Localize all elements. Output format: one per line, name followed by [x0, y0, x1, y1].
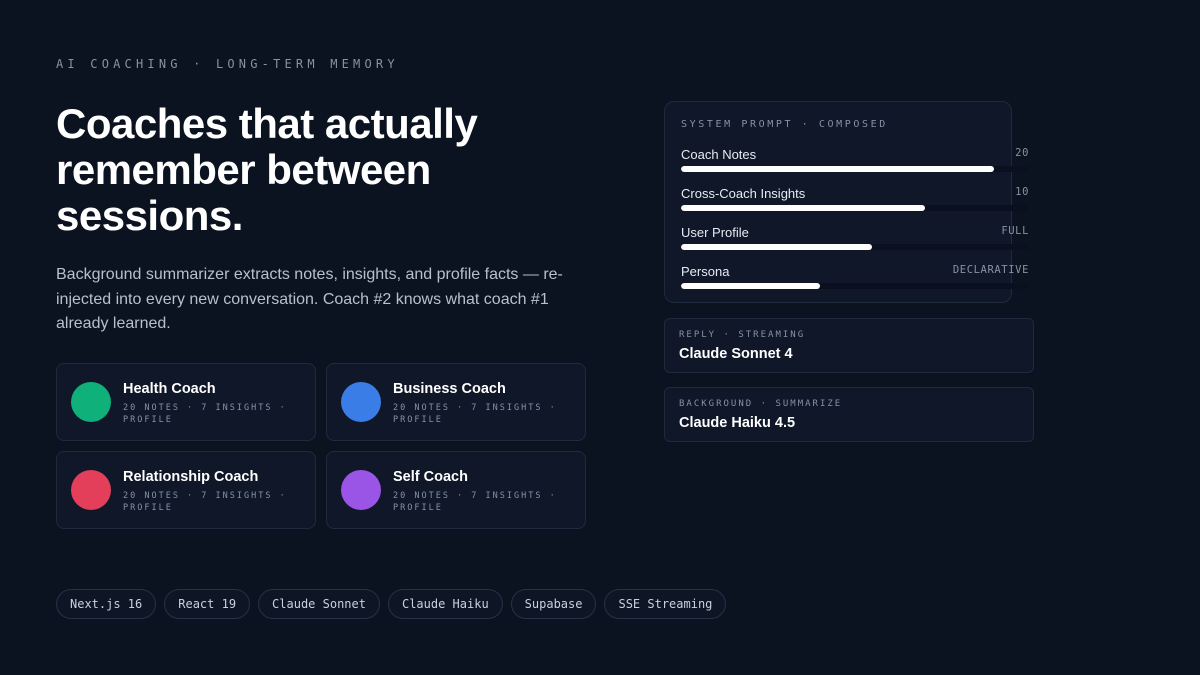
- model-card-name: Claude Sonnet 4: [679, 346, 793, 362]
- coach-card-relationship[interactable]: Relationship Coach 20 NOTES · 7 INSIGHTS…: [56, 451, 316, 529]
- prompt-row-label: Persona: [681, 264, 730, 279]
- tech-stack-chips: Next.js 16 React 19 Claude Sonnet Claude…: [56, 589, 727, 619]
- model-card-name: Claude Haiku 4.5: [679, 415, 796, 431]
- prompt-row-track: [681, 283, 1029, 289]
- prompt-row-track: [681, 244, 1029, 250]
- prompt-row-value: DECLARATIVE: [952, 264, 1029, 276]
- coach-meta-line: 20 NOTES · 7 INSIGHTS ·: [393, 403, 557, 413]
- tech-chip: SSE Streaming: [604, 589, 727, 619]
- prompt-row-track: [681, 205, 1029, 211]
- coach-meta-line: 20 NOTES · 7 INSIGHTS ·: [393, 491, 557, 501]
- tech-chip: React 19: [164, 589, 251, 619]
- prompt-row-value: 10: [1015, 186, 1029, 198]
- coach-meta-line: PROFILE: [123, 503, 173, 513]
- coach-meta-line: 20 NOTES · 7 INSIGHTS ·: [123, 403, 287, 413]
- coach-avatar: [71, 470, 111, 510]
- page-title: Coaches that actually remember between s…: [56, 100, 478, 239]
- coach-avatar: [71, 382, 111, 422]
- prompt-row-value: 20: [1015, 147, 1029, 159]
- coach-grid: Health Coach 20 NOTES · 7 INSIGHTS · PRO…: [56, 363, 586, 529]
- model-card-label: REPLY · STREAMING: [679, 330, 806, 340]
- prompt-row-label: Cross-Coach Insights: [681, 186, 806, 201]
- coach-avatar: [341, 382, 381, 422]
- coach-meta: 20 NOTES · 7 INSIGHTS · PROFILE: [123, 402, 303, 426]
- coach-meta-line: PROFILE: [393, 415, 443, 425]
- tech-chip: Claude Sonnet: [258, 589, 380, 619]
- coach-name: Health Coach: [123, 381, 216, 397]
- model-card-reply: REPLY · STREAMING Claude Sonnet 4: [664, 318, 1034, 373]
- coach-name: Business Coach: [393, 381, 506, 397]
- tech-chip: Claude Haiku: [387, 589, 503, 619]
- model-card-background: BACKGROUND · SUMMARIZE Claude Haiku 4.5: [664, 387, 1034, 442]
- tech-chip: Supabase: [510, 589, 597, 619]
- coach-meta: 20 NOTES · 7 INSIGHTS · PROFILE: [393, 402, 573, 426]
- model-card-label: BACKGROUND · SUMMARIZE: [679, 399, 843, 409]
- prompt-row-label: User Profile: [681, 225, 749, 240]
- tech-chip: Next.js 16: [56, 589, 157, 619]
- prompt-row-fill: [681, 166, 995, 172]
- subtitle: Background summarizer extracts notes, in…: [56, 266, 563, 332]
- system-prompt-card: SYSTEM PROMPT · COMPOSED Coach Notes 20 …: [664, 101, 1029, 303]
- coach-card-business[interactable]: Business Coach 20 NOTES · 7 INSIGHTS · P…: [326, 363, 586, 441]
- coach-meta-line: PROFILE: [123, 415, 173, 425]
- prompt-row-track: [681, 166, 1029, 172]
- eyebrow: AI COACHING · LONG-TERM MEMORY: [56, 57, 399, 71]
- prompt-row-coach-notes: Coach Notes 20: [681, 147, 1029, 173]
- coach-name: Relationship Coach: [123, 469, 259, 485]
- prompt-row-fill: [681, 244, 873, 250]
- prompt-row-persona: Persona DECLARATIVE: [681, 264, 1029, 290]
- coach-name: Self Coach: [393, 469, 468, 485]
- coach-meta: 20 NOTES · 7 INSIGHTS · PROFILE: [393, 490, 573, 514]
- prompt-row-user-profile: User Profile FULL: [681, 225, 1029, 251]
- prompt-row-label: Coach Notes: [681, 147, 757, 162]
- coach-card-health[interactable]: Health Coach 20 NOTES · 7 INSIGHTS · PRO…: [56, 363, 316, 441]
- prompt-row-fill: [681, 205, 925, 211]
- coach-meta: 20 NOTES · 7 INSIGHTS · PROFILE: [123, 490, 303, 514]
- system-prompt-label: SYSTEM PROMPT · COMPOSED: [681, 119, 888, 130]
- prompt-row-value: FULL: [1001, 225, 1029, 237]
- prompt-row-cross-coach-insights: Cross-Coach Insights 10: [681, 186, 1029, 212]
- coach-meta-line: 20 NOTES · 7 INSIGHTS ·: [123, 491, 287, 501]
- coach-meta-line: PROFILE: [393, 503, 443, 513]
- coach-card-self[interactable]: Self Coach 20 NOTES · 7 INSIGHTS · PROFI…: [326, 451, 586, 529]
- coach-avatar: [341, 470, 381, 510]
- prompt-row-fill: [681, 283, 821, 289]
